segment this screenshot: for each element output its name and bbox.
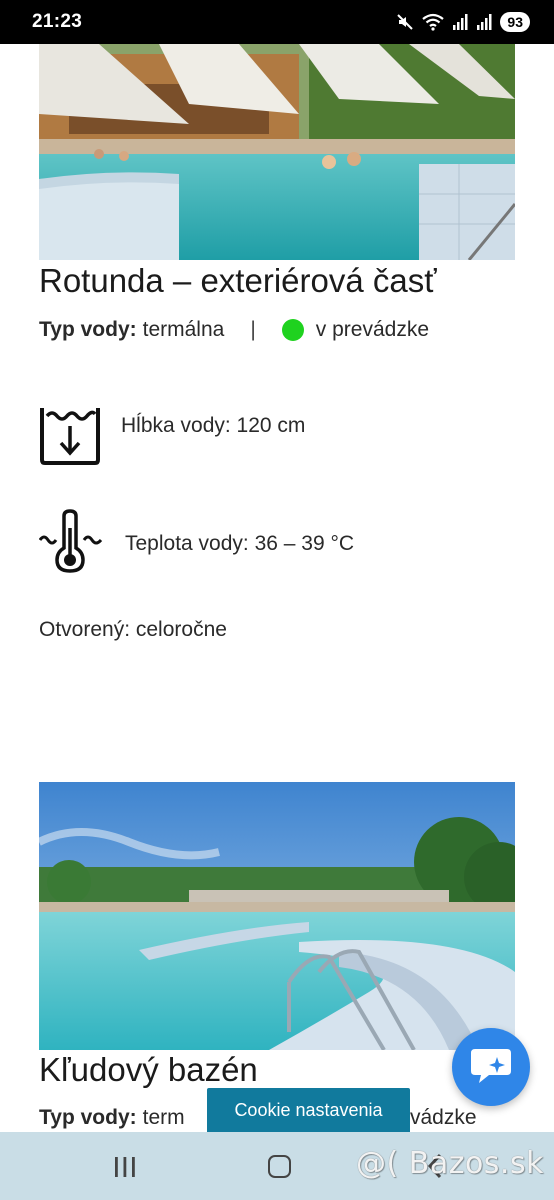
home-icon[interactable]: [268, 1155, 291, 1178]
cookie-settings-button[interactable]: Cookie nastavenia: [207, 1088, 410, 1132]
battery-indicator: 93: [500, 12, 530, 32]
type-value: termálna: [142, 318, 225, 341]
separator: |: [250, 318, 256, 341]
status-bar: 21:23 93: [0, 0, 554, 44]
chat-sparkle-icon: [469, 1045, 513, 1090]
temperature-text: Teplota vody: 36 – 39 °C: [125, 531, 355, 555]
thermometer-icon: [38, 508, 103, 579]
signal-icon: [452, 13, 468, 31]
wifi-icon: [422, 13, 445, 31]
type-value: term: [142, 1106, 185, 1129]
type-label: Typ vody:: [39, 318, 137, 341]
status-time: 21:23: [32, 11, 83, 32]
pool-type-line: Typ vody: termálna | v prevádzke: [39, 318, 429, 342]
nav-bar: @( Bazos.sk: [0, 1132, 554, 1200]
pool-photo-kludovy: [39, 782, 515, 1050]
pool-type-line: Typ vody: term: [39, 1106, 185, 1130]
water-depth-icon: [39, 402, 101, 471]
depth-text: Hĺbka vody: 120 cm: [121, 413, 306, 437]
mute-icon: [396, 13, 414, 31]
pool-title: Rotunda – exteriérová časť: [39, 262, 437, 299]
signal-icon: [476, 13, 492, 31]
open-hours-text: Otvorený: celoročne: [39, 618, 227, 641]
pool-title: Kľudový bazén: [39, 1051, 258, 1088]
chat-button[interactable]: [452, 1028, 530, 1106]
recents-icon[interactable]: [113, 1156, 137, 1183]
pool-photo-rotunda: [39, 44, 515, 260]
depth-feature: Hĺbka vody: 120 cm: [39, 402, 305, 471]
temperature-feature: Teplota vody: 36 – 39 °C: [38, 508, 355, 579]
status-text: vádzke: [410, 1106, 477, 1129]
status-text: v prevádzke: [315, 318, 430, 341]
type-label: Typ vody:: [39, 1106, 137, 1129]
status-dot-icon: [281, 319, 304, 341]
status-icons: 93: [396, 12, 530, 32]
watermark: @( Bazos.sk: [356, 1146, 544, 1181]
